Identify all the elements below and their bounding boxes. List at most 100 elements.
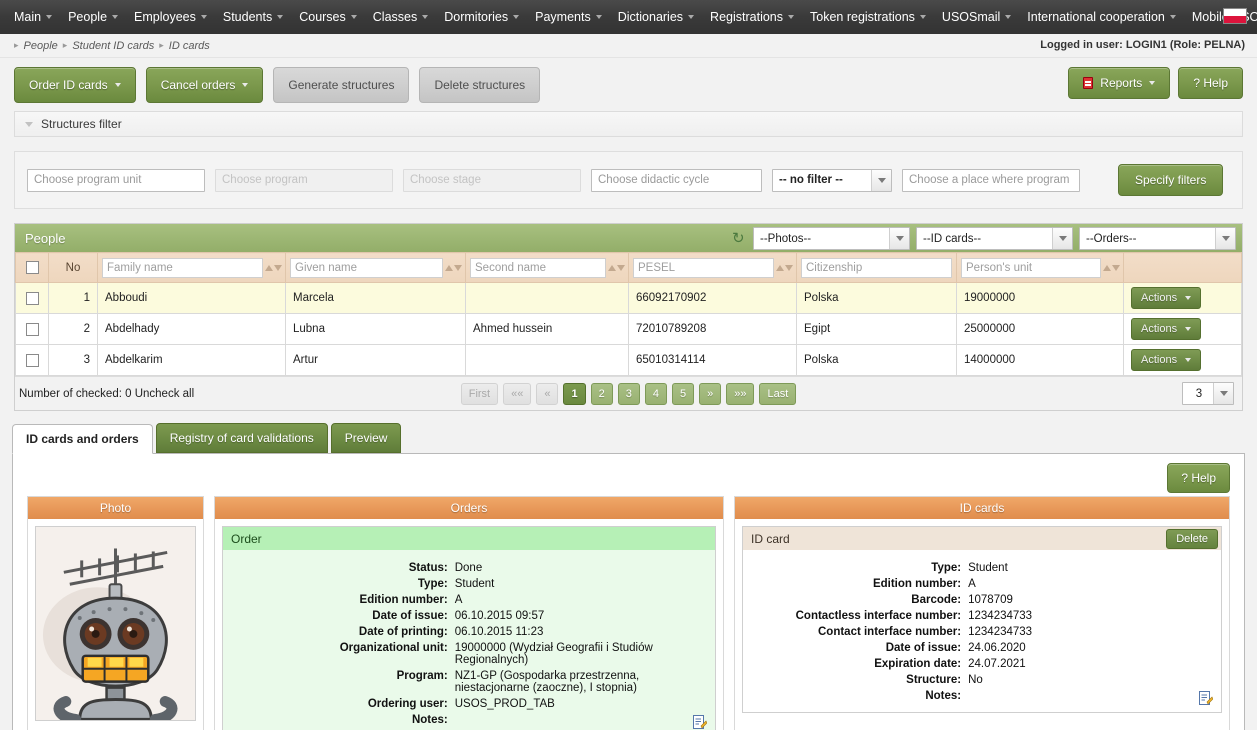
program-unit-input[interactable] <box>27 168 205 192</box>
sort-toggle-icon[interactable] <box>608 261 625 275</box>
structures-filter-bar[interactable]: Structures filter <box>14 111 1243 137</box>
button-label: Reports <box>1100 76 1143 90</box>
page-button-5[interactable]: 5 <box>671 382 695 405</box>
page-prev-button[interactable]: « <box>536 382 559 405</box>
delete-structures-button[interactable]: Delete structures <box>419 67 541 103</box>
tab-id-cards-and-orders[interactable]: ID cards and orders <box>12 424 153 454</box>
field-type: Type: Student <box>231 576 707 592</box>
didactic-cycle-input[interactable] <box>591 168 762 192</box>
note-edit-icon[interactable] <box>693 715 708 730</box>
second-name-filter-input[interactable] <box>470 257 606 278</box>
page-size-select[interactable]: 3 <box>1182 382 1234 405</box>
given-name-filter-input[interactable] <box>290 257 443 278</box>
menu-item-token-registrations[interactable]: Token registrations <box>802 4 934 30</box>
collapse-toggle-icon[interactable] <box>25 121 33 127</box>
breadcrumb-bar: ▸ People ▸ Student ID cards ▸ ID cards L… <box>0 34 1257 58</box>
page-button-4[interactable]: 4 <box>644 382 667 405</box>
menu-item-usosmail[interactable]: USOSmail <box>934 4 1019 30</box>
pesel-filter-input[interactable] <box>633 257 774 278</box>
polish-flag-icon[interactable] <box>1223 8 1247 24</box>
idcard-card-header: ID card Delete <box>743 527 1221 550</box>
breadcrumb-item-student-id-cards[interactable]: Student ID cards <box>72 40 154 52</box>
tab-registry-of-card-validations[interactable]: Registry of card validations <box>155 423 328 453</box>
field-label: Ordering user: <box>367 698 448 710</box>
page-button-1[interactable]: 1 <box>563 382 586 405</box>
menu-label: Dictionaries <box>617 10 684 24</box>
row-select-cell <box>15 344 49 376</box>
menu-item-employees[interactable]: Employees <box>126 4 215 30</box>
note-edit-icon[interactable] <box>1199 691 1214 706</box>
refresh-icon[interactable]: ↻ <box>732 231 747 246</box>
persons-unit-filter-input[interactable] <box>961 257 1101 278</box>
program-input[interactable] <box>215 168 393 192</box>
panel-help-button[interactable]: ? Help <box>1167 463 1230 493</box>
menu-item-registrations[interactable]: Registrations <box>702 4 802 30</box>
robot-avatar-image <box>35 526 196 721</box>
sort-toggle-icon[interactable] <box>776 261 793 275</box>
menu-item-main[interactable]: Main <box>6 4 60 30</box>
menu-item-dormitories[interactable]: Dormitories <box>436 4 527 30</box>
menu-label: Token registrations <box>810 10 915 24</box>
sort-toggle-icon[interactable] <box>265 261 282 275</box>
menu-item-international-cooperation[interactable]: International cooperation <box>1019 4 1184 30</box>
order-fields-table: Status: Done Type: Student Edition number:… <box>231 560 707 728</box>
field-value: 1234234733 <box>968 626 1033 638</box>
field-notes: Notes: <box>231 712 707 728</box>
generate-structures-button[interactable]: Generate structures <box>273 67 410 103</box>
page-last-button[interactable]: Last <box>759 382 797 405</box>
tab-preview[interactable]: Preview <box>330 423 402 453</box>
table-row[interactable]: 1 Abboudi Marcela 66092170902 Polska 190… <box>15 282 1242 314</box>
page-next-all-button[interactable]: »» <box>726 382 755 405</box>
idcards-select[interactable]: --ID cards-- <box>916 227 1073 250</box>
page-first-button[interactable]: First <box>460 382 499 405</box>
field-label: Type: <box>931 562 962 574</box>
page-prev-all-button[interactable]: «« <box>503 382 532 405</box>
menu-item-dictionaries[interactable]: Dictionaries <box>610 4 702 30</box>
idcards-select-wrap: --ID cards-- <box>916 227 1073 250</box>
actions-button[interactable]: Actions <box>1131 287 1202 309</box>
no-filter-select[interactable]: -- no filter -- <box>772 168 892 192</box>
select-all-header <box>15 252 49 283</box>
specify-filters-button[interactable]: Specify filters <box>1118 164 1224 196</box>
menu-label: Employees <box>134 10 196 24</box>
photos-select[interactable]: --Photos-- <box>753 227 910 250</box>
sort-toggle-icon[interactable] <box>1103 261 1120 275</box>
breadcrumb-item-id-cards[interactable]: ID cards <box>169 40 210 52</box>
row-select-cell <box>15 282 49 314</box>
field-label: Edition number: <box>872 578 962 590</box>
page-button-3[interactable]: 3 <box>617 382 640 405</box>
stage-input[interactable] <box>403 168 581 192</box>
menu-item-payments[interactable]: Payments <box>527 4 610 30</box>
breadcrumb-item-people[interactable]: People <box>24 40 58 52</box>
menu-item-students[interactable]: Students <box>215 4 291 30</box>
page-next-button[interactable]: » <box>699 382 722 405</box>
row-checkbox[interactable] <box>25 322 39 336</box>
page-button-2[interactable]: 2 <box>590 382 613 405</box>
sort-toggle-icon[interactable] <box>445 261 462 275</box>
menu-item-people[interactable]: People <box>60 4 126 30</box>
reports-button[interactable]: Reports <box>1068 67 1171 99</box>
col-header-second-name <box>465 252 629 283</box>
actions-button[interactable]: Actions <box>1131 318 1202 340</box>
menu-item-classes[interactable]: Classes <box>365 4 436 30</box>
family-name-filter-input[interactable] <box>102 257 263 278</box>
actions-button[interactable]: Actions <box>1131 349 1202 371</box>
cancel-orders-button[interactable]: Cancel orders <box>145 67 264 103</box>
delete-idcard-button[interactable]: Delete <box>1166 529 1218 549</box>
table-row[interactable]: 3 Abdelkarim Artur 65010314114 Polska 14… <box>15 344 1242 376</box>
help-button[interactable]: ? Help <box>1178 67 1243 99</box>
orders-select[interactable]: --Orders-- <box>1079 227 1236 250</box>
main-menu-bar: Main People Employees Students Courses C… <box>0 0 1257 34</box>
orders-panel-title: Orders <box>215 497 723 519</box>
table-row[interactable]: 2 Abdelhady Lubna Ahmed hussein 72010789… <box>15 313 1242 345</box>
field-structure: Structure: No <box>751 672 1213 688</box>
citizenship-filter-input[interactable] <box>801 257 952 278</box>
field-edition-number: Edition number: A <box>231 592 707 608</box>
row-checkbox[interactable] <box>25 353 39 367</box>
order-id-cards-button[interactable]: Order ID cards <box>14 67 136 103</box>
menu-item-courses[interactable]: Courses <box>291 4 365 30</box>
program-place-input[interactable] <box>902 168 1080 192</box>
select-all-checkbox[interactable] <box>25 261 39 274</box>
menu-label: Dormitories <box>444 10 509 24</box>
row-checkbox[interactable] <box>25 291 39 305</box>
